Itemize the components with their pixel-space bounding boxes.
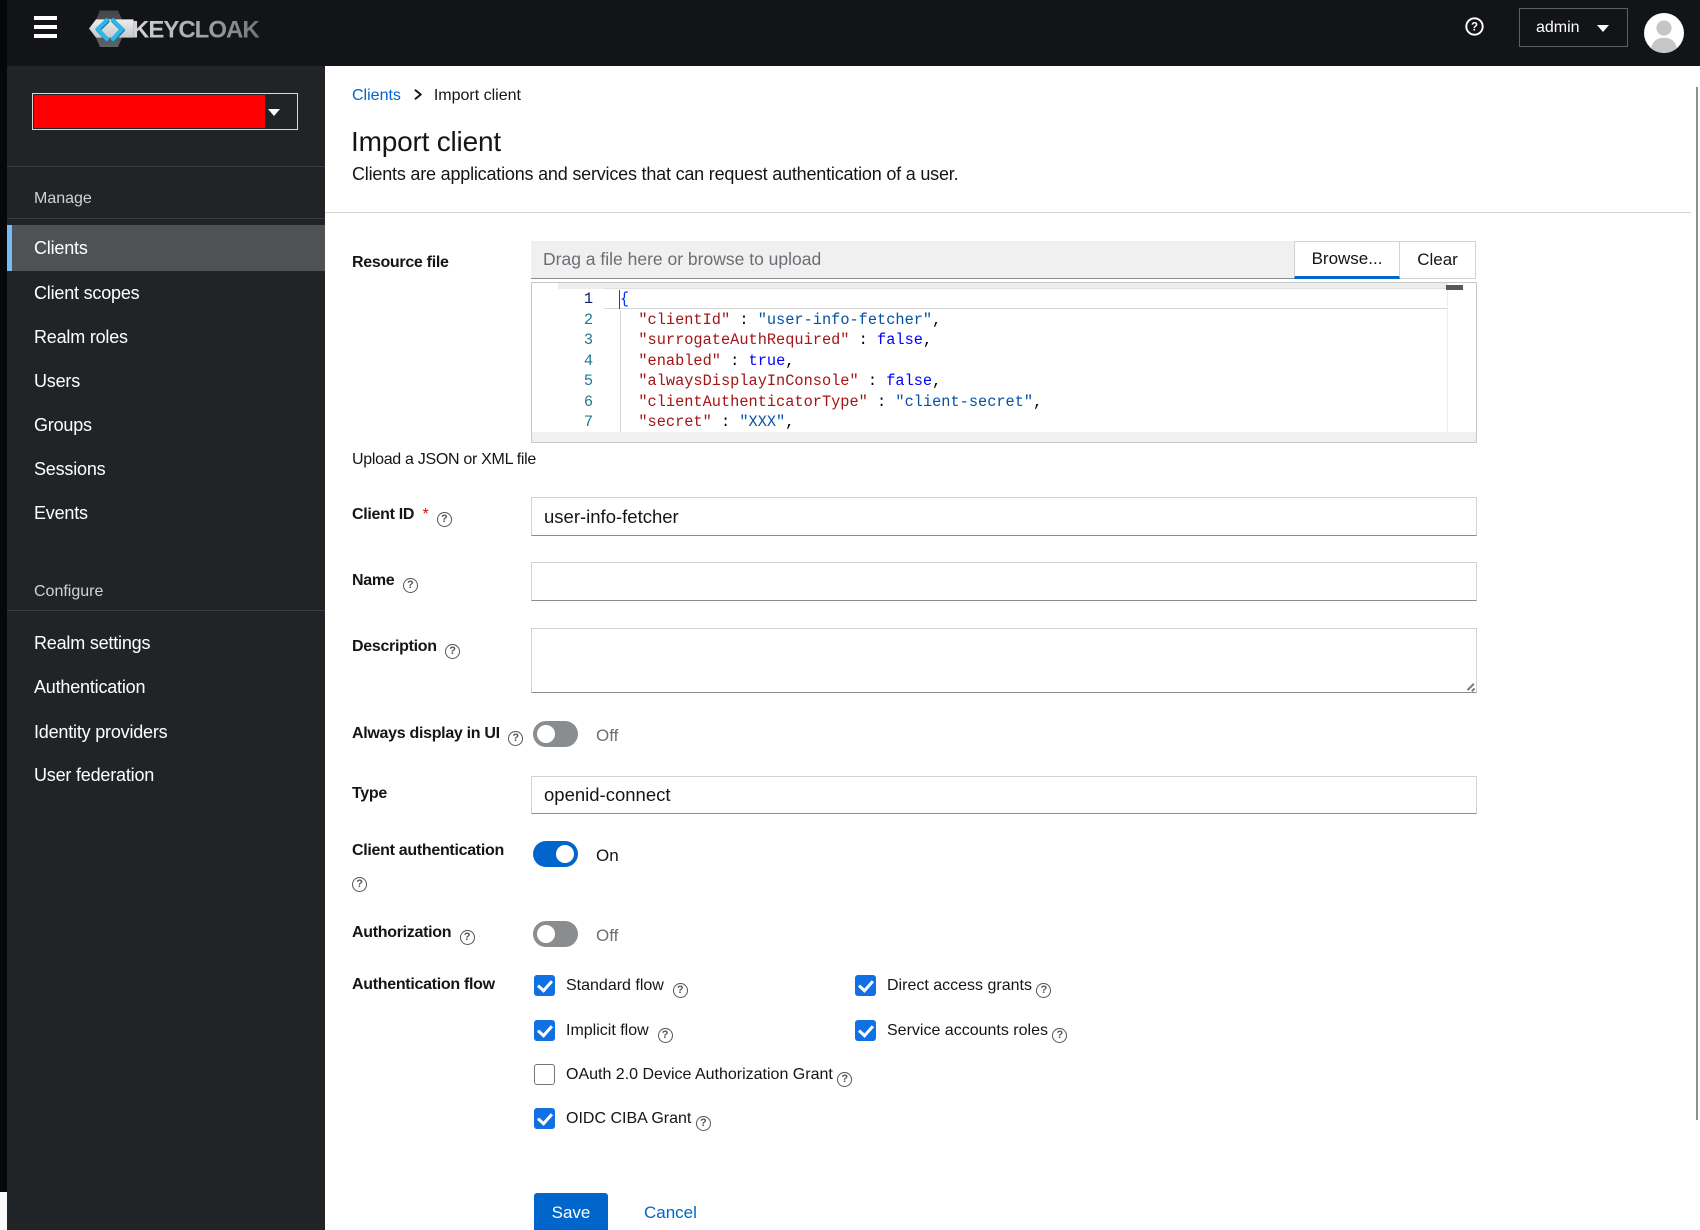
svg-text:?: ? [1471, 22, 1478, 34]
svg-text:KEYCLOAK: KEYCLOAK [132, 17, 260, 44]
